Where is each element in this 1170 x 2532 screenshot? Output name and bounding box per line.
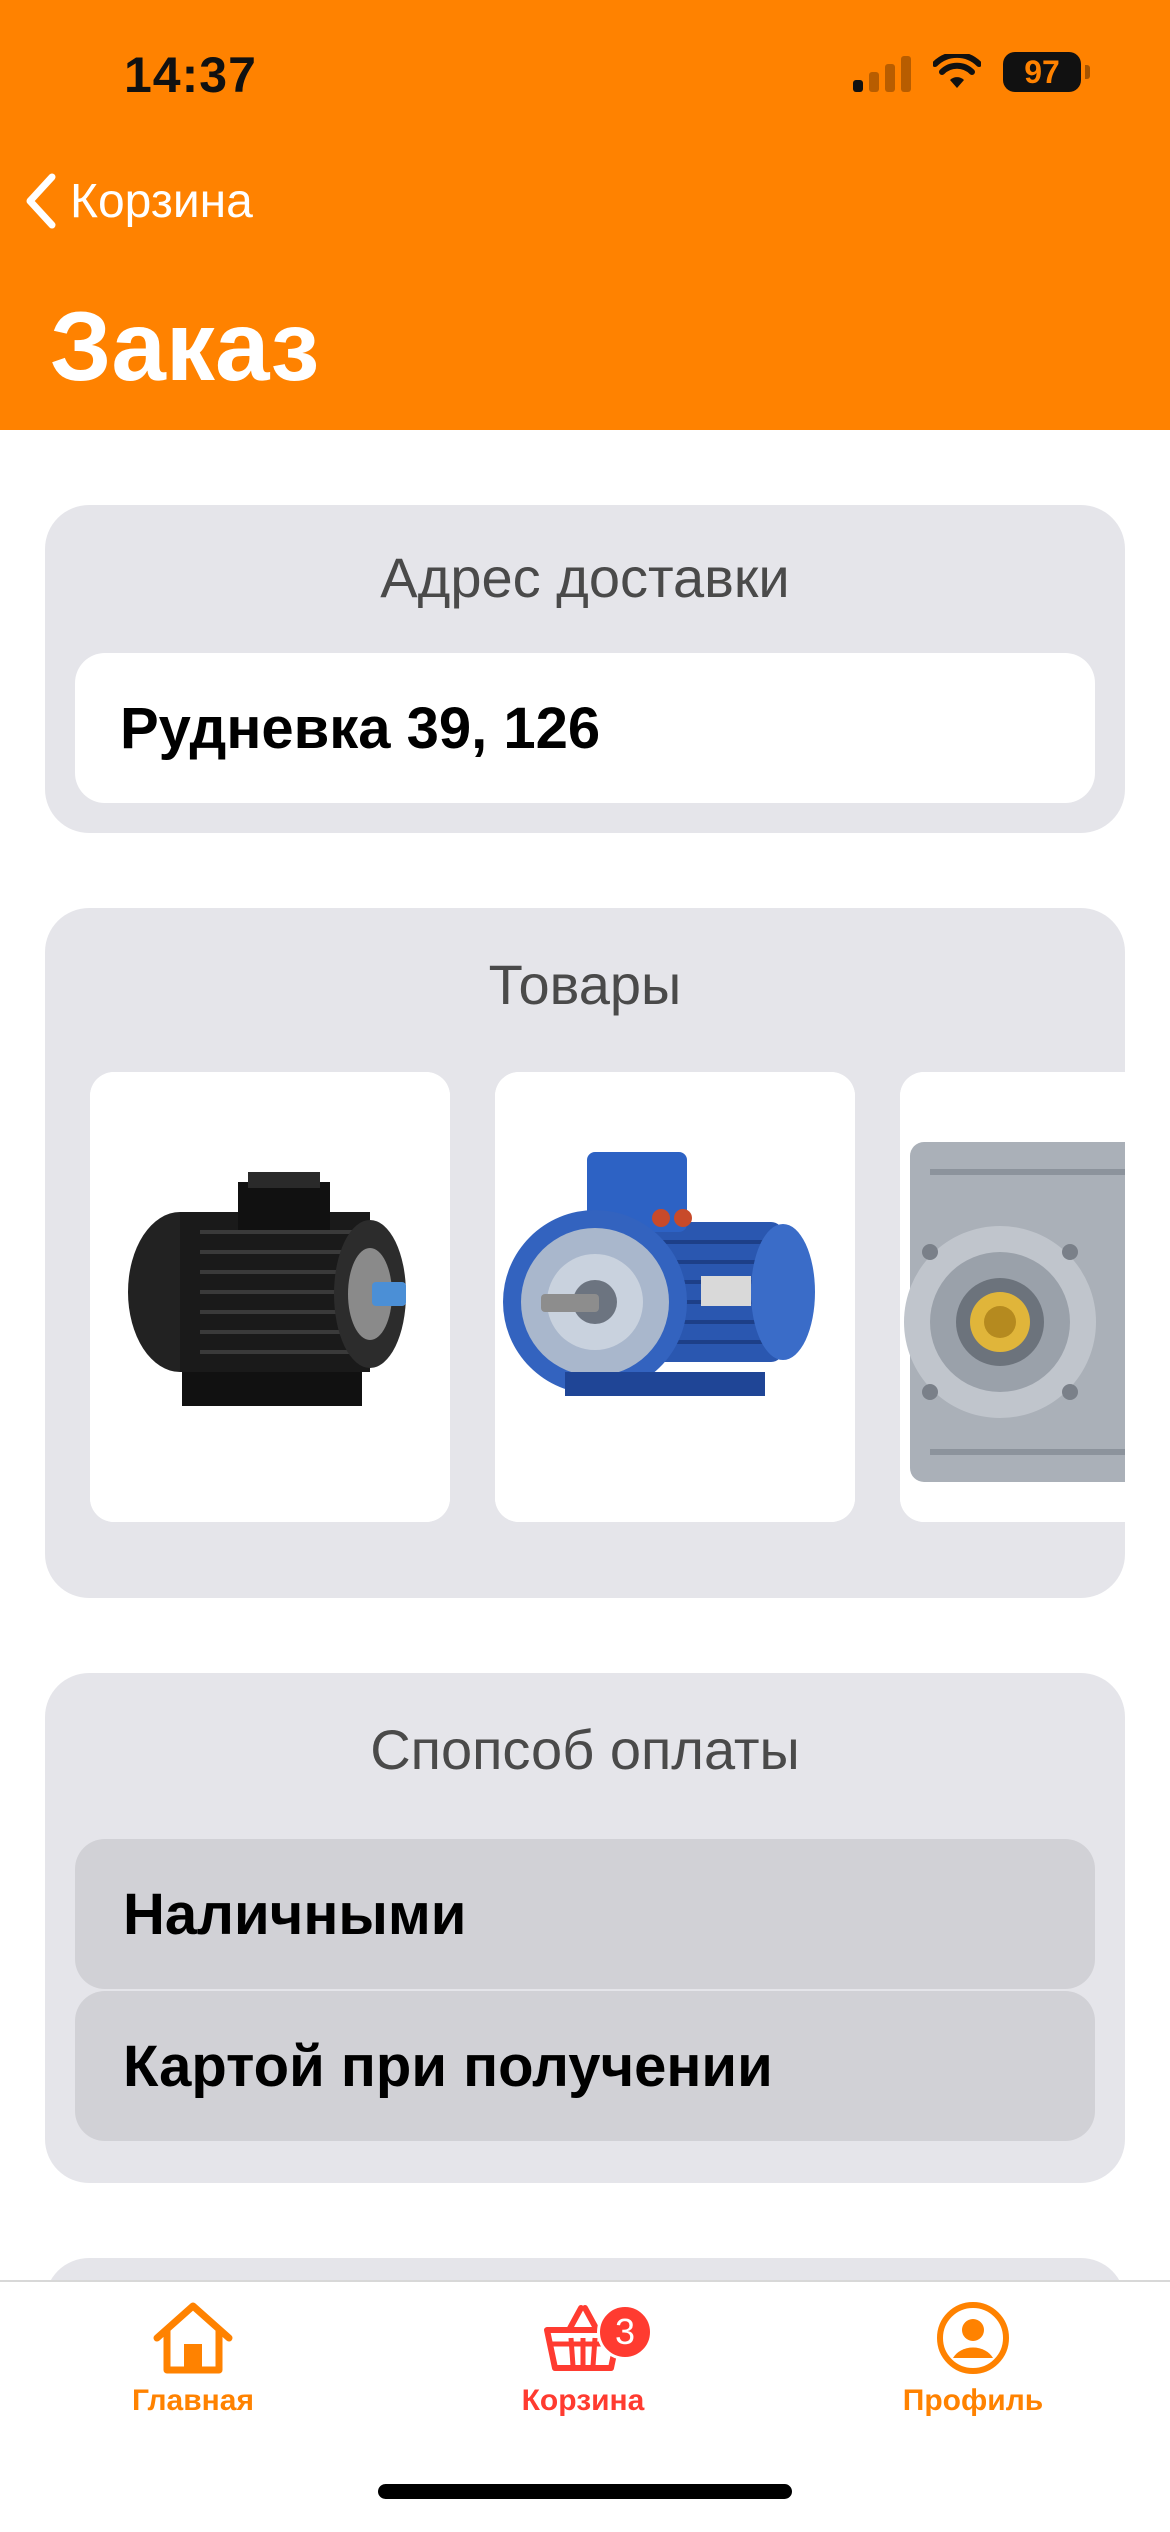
delivery-address-title: Адрес доставки xyxy=(380,546,790,609)
order-screen: 14:37 97 Корзина Заказ Адрес доставки Ру… xyxy=(0,0,1170,2532)
product-card[interactable] xyxy=(495,1072,855,1522)
page-title: Заказ xyxy=(50,291,320,401)
chevron-left-icon xyxy=(26,173,56,229)
back-button-label: Корзина xyxy=(70,174,253,228)
battery-indicator: 97 xyxy=(1003,52,1081,92)
status-icons: 97 xyxy=(853,52,1090,92)
home-icon xyxy=(153,2302,233,2374)
tab-profile-label: Профиль xyxy=(902,2384,1044,2417)
tab-profile[interactable]: Профиль xyxy=(853,2300,1093,2430)
goods-card: Товары xyxy=(45,908,1125,1598)
blue-flange-motor-image xyxy=(495,1072,855,1522)
payment-option-cash[interactable]: Наличными xyxy=(75,1839,1095,1989)
back-button[interactable]: Корзина xyxy=(24,172,253,230)
product-card[interactable] xyxy=(900,1072,1125,1522)
delivery-address-card: Адрес доставки Рудневка 39, 126 xyxy=(45,505,1125,833)
wifi-icon xyxy=(933,54,981,88)
delivery-address-field[interactable]: Рудневка 39, 126 xyxy=(75,653,1095,803)
home-indicator[interactable] xyxy=(378,2484,792,2499)
cellular-signal-icon xyxy=(853,52,911,92)
battery-tip xyxy=(1085,65,1090,79)
payment-method-title: Спопсоб оплаты xyxy=(370,1718,800,1781)
payment-method-card: Спопсоб оплаты Наличными Картой при полу… xyxy=(45,1673,1125,2183)
tab-home[interactable]: Главная xyxy=(73,2300,313,2430)
product-card[interactable] xyxy=(90,1072,450,1522)
goods-title: Товары xyxy=(488,953,682,1016)
products-carousel[interactable] xyxy=(90,1072,1125,1522)
black-electric-motor-image xyxy=(90,1072,450,1522)
cart-count-badge: 3 xyxy=(597,2304,653,2360)
tab-home-label: Главная xyxy=(131,2384,254,2417)
tab-cart[interactable]: 3 Корзина xyxy=(463,2300,703,2430)
payment-option-card-on-delivery[interactable]: Картой при получении xyxy=(75,1991,1095,2141)
worm-gearbox-image xyxy=(900,1072,1125,1522)
header: 14:37 97 Корзина Заказ xyxy=(0,0,1170,430)
tab-cart-label: Корзина xyxy=(521,2384,645,2417)
status-time: 14:37 xyxy=(124,47,257,103)
profile-icon xyxy=(937,2302,1009,2374)
